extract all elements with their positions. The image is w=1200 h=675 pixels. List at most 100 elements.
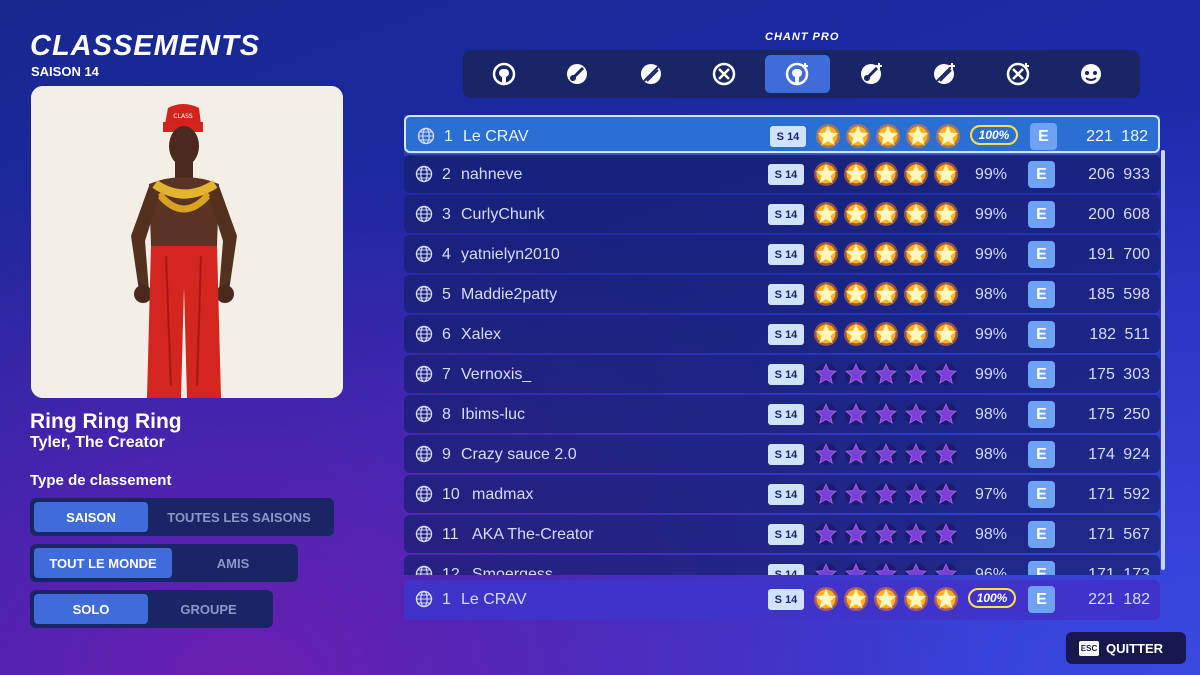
star-rating <box>811 240 961 268</box>
scope-toggle: TOUT LE MONDE AMIS <box>30 544 298 582</box>
score-value: 174 924 <box>1088 446 1150 463</box>
star-icon <box>931 520 961 548</box>
instrument-tab-pro-guitar[interactable] <box>838 55 903 93</box>
leaderboard-list[interactable]: 1 Le CRAV S 14 100% E 221 182 2 nahneve S 14 99% E… <box>404 115 1160 575</box>
difficulty-badge: E <box>1028 361 1055 388</box>
rank-number: 5 <box>442 286 451 303</box>
season-toggle: SAISON TOUTES LES SAISONS <box>30 498 334 536</box>
star-rating <box>811 280 961 308</box>
star-icon <box>931 440 961 468</box>
season-badge: S 14 <box>768 244 804 265</box>
leaderboard-row[interactable]: 8 Ibims-luc S 14 98% E 175 250 <box>404 395 1160 433</box>
gold-star-icon <box>931 240 961 268</box>
globe-icon <box>415 445 433 463</box>
score-value: 175 303 <box>1088 366 1150 383</box>
accuracy-value: 98% <box>974 406 1008 423</box>
pro-bass-icon <box>934 63 956 84</box>
leaderboard-row[interactable]: 12 Smoergess S 14 96% E 171 173 <box>404 555 1160 575</box>
star-rating <box>813 122 963 150</box>
instrument-tab-drums[interactable] <box>691 55 756 93</box>
score-value: 221 182 <box>1086 128 1148 145</box>
instrument-tab-pro-bass[interactable] <box>912 55 977 93</box>
rank-number: 11 <box>442 526 459 543</box>
instrument-tab-guitar[interactable] <box>544 55 609 93</box>
season-badge: S 14 <box>768 164 804 185</box>
leaderboard-row[interactable]: 1 Le CRAV S 14 100% E 221 182 <box>404 115 1160 153</box>
group-option[interactable]: GROUPE <box>148 594 269 624</box>
player-name: Le CRAV <box>461 591 527 608</box>
star-icon <box>811 560 841 575</box>
rank-number: 4 <box>442 246 451 263</box>
leaderboard-row[interactable]: 10 madmax S 14 97% E 171 592 <box>404 475 1160 513</box>
instrument-tab-pro-drums[interactable] <box>985 55 1050 93</box>
leaderboard-row[interactable]: 7 Vernoxis_ S 14 99% E 175 303 <box>404 355 1160 393</box>
player-row[interactable]: 1 Le CRAV S 14 100% E 221 182 <box>404 580 1160 620</box>
difficulty-badge: E <box>1028 586 1055 613</box>
season-label: SAISON 14 <box>31 64 99 79</box>
instrument-tab-band[interactable] <box>1059 55 1124 93</box>
accuracy-value: 100% <box>970 125 1018 145</box>
star-rating <box>811 440 961 468</box>
star-icon <box>871 520 901 548</box>
season-option[interactable]: SAISON <box>34 502 148 532</box>
leaderboard-row[interactable]: 3 CurlyChunk S 14 99% E 200 608 <box>404 195 1160 233</box>
gold-star-icon <box>931 200 961 228</box>
score-value: 200 608 <box>1088 206 1150 223</box>
gold-star-icon <box>841 585 871 613</box>
star-rating <box>811 480 961 508</box>
star-icon <box>871 360 901 388</box>
instrument-tab-pro-vocals[interactable] <box>764 55 831 93</box>
gold-star-icon <box>843 122 873 150</box>
gold-star-icon <box>931 320 961 348</box>
gold-star-icon <box>933 122 963 150</box>
gold-star-icon <box>811 200 841 228</box>
player-name: Ibims-luc <box>461 406 526 423</box>
star-icon <box>901 440 931 468</box>
difficulty-badge: E <box>1030 123 1057 150</box>
score-value: 171 567 <box>1088 526 1150 543</box>
leaderboard-row[interactable]: 5 Maddie2patty S 14 98% E 185 598 <box>404 275 1160 313</box>
star-icon <box>871 400 901 428</box>
leaderboard-row[interactable]: 2 nahneve S 14 99% E 206 933 <box>404 155 1160 193</box>
leaderboard-row[interactable]: 11 AKA The-Creator S 14 98% E 171 567 <box>404 515 1160 553</box>
difficulty-badge: E <box>1028 241 1055 268</box>
difficulty-badge: E <box>1028 441 1055 468</box>
difficulty-badge: E <box>1028 521 1055 548</box>
star-icon <box>871 560 901 575</box>
gold-star-icon <box>871 280 901 308</box>
accuracy-value: 99% <box>974 246 1008 263</box>
season-badge: S 14 <box>768 284 804 305</box>
gold-star-icon <box>901 240 931 268</box>
friends-option[interactable]: AMIS <box>172 548 294 578</box>
all-seasons-option[interactable]: TOUTES LES SAISONS <box>148 502 330 532</box>
leaderboard-row[interactable]: 4 yatnielyn2010 S 14 99% E 191 700 <box>404 235 1160 273</box>
gold-star-icon <box>811 585 841 613</box>
star-rating <box>811 160 961 188</box>
quit-button[interactable]: ESC QUITTER <box>1066 632 1186 664</box>
gold-star-icon <box>931 160 961 188</box>
gold-star-icon <box>903 122 933 150</box>
rank-number: 7 <box>442 366 451 383</box>
star-icon <box>901 520 931 548</box>
player-name: AKA The-Creator <box>472 526 594 543</box>
everyone-option[interactable]: TOUT LE MONDE <box>34 548 172 578</box>
gold-star-icon <box>871 200 901 228</box>
gold-star-icon <box>871 240 901 268</box>
star-rating <box>811 585 961 613</box>
solo-option[interactable]: SOLO <box>34 594 148 624</box>
star-icon <box>871 480 901 508</box>
rank-number: 8 <box>442 406 451 423</box>
star-icon <box>901 360 931 388</box>
star-icon <box>841 560 871 575</box>
star-icon <box>841 520 871 548</box>
instrument-tab-vocals[interactable] <box>471 55 536 93</box>
leaderboard-row[interactable]: 6 Xalex S 14 99% E 182 511 <box>404 315 1160 353</box>
player-name: Maddie2patty <box>461 286 558 303</box>
pro-drums-icon <box>1006 62 1030 86</box>
accuracy-value: 99% <box>974 206 1008 223</box>
leaderboard-scrollbar[interactable] <box>1161 150 1165 570</box>
instrument-tab-bass[interactable] <box>618 55 683 93</box>
leaderboard-row[interactable]: 9 Crazy sauce 2.0 S 14 98% E 174 924 <box>404 435 1160 473</box>
star-icon <box>931 360 961 388</box>
star-icon <box>901 400 931 428</box>
